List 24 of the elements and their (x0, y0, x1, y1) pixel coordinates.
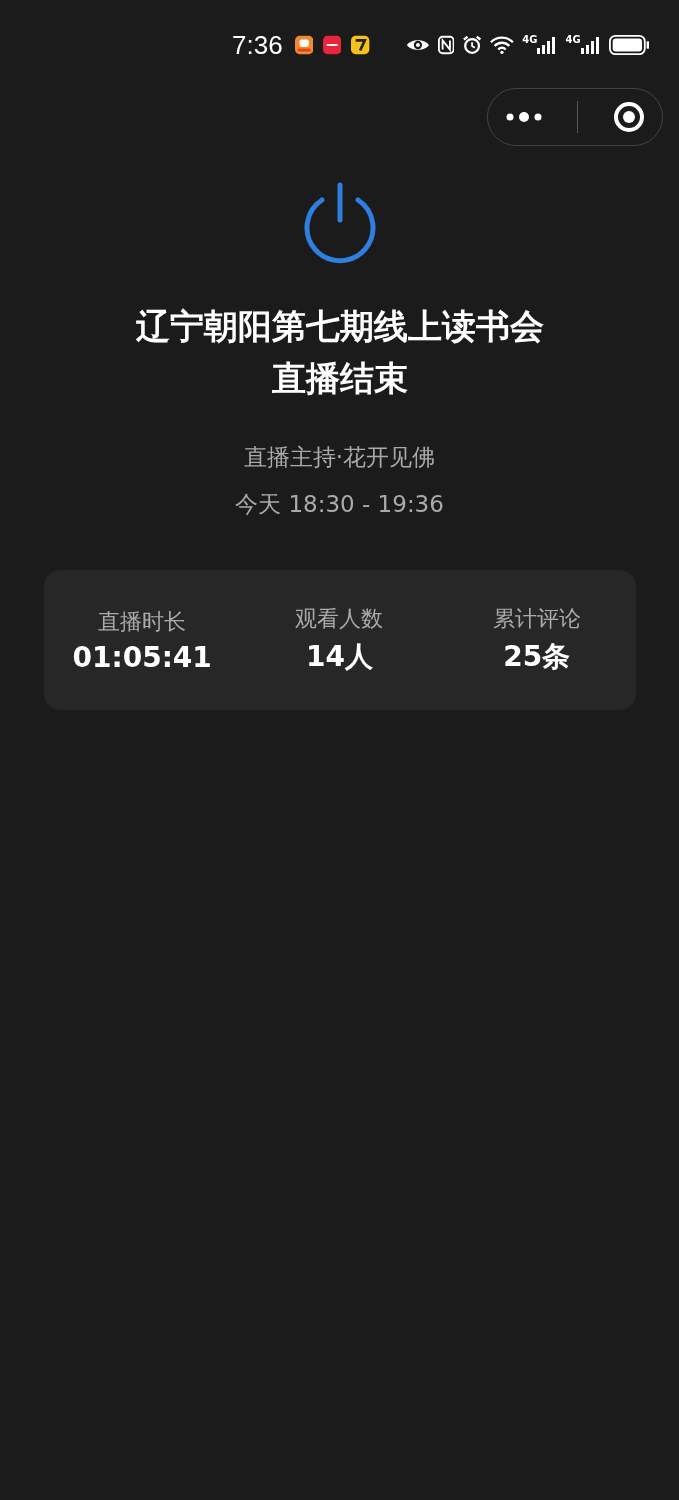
app-icon (294, 35, 313, 55)
stat-value: 25条 (503, 639, 571, 675)
app-icon (351, 35, 370, 55)
battery-icon (608, 34, 649, 56)
more-icon[interactable] (505, 110, 544, 124)
signal-icon (537, 35, 558, 55)
stat-value: 01:05:41 (72, 640, 212, 674)
app-icon (322, 35, 342, 55)
signal-icon (580, 35, 601, 55)
host-text: 直播主持·花开见佛 (243, 443, 436, 472)
stat-label: 观看人数 (295, 605, 384, 633)
network-label: 4G (565, 35, 581, 45)
network-label: 4G (522, 35, 538, 45)
alarm-icon (462, 34, 483, 56)
status-time: 7:36 (232, 29, 283, 61)
title-text: 直播结束 (271, 357, 408, 400)
close-icon[interactable] (612, 101, 645, 133)
title-text: 辽宁朝阳第七期线上读书会 (135, 305, 544, 348)
wifi-icon (490, 35, 515, 55)
stat-value: 14人 (306, 639, 373, 675)
stat-label: 累计评论 (492, 605, 581, 633)
time-range-text: 今天 18:30 - 19:36 (235, 490, 444, 519)
nfc-icon (437, 35, 455, 55)
stat-label: 直播时长 (98, 607, 187, 636)
